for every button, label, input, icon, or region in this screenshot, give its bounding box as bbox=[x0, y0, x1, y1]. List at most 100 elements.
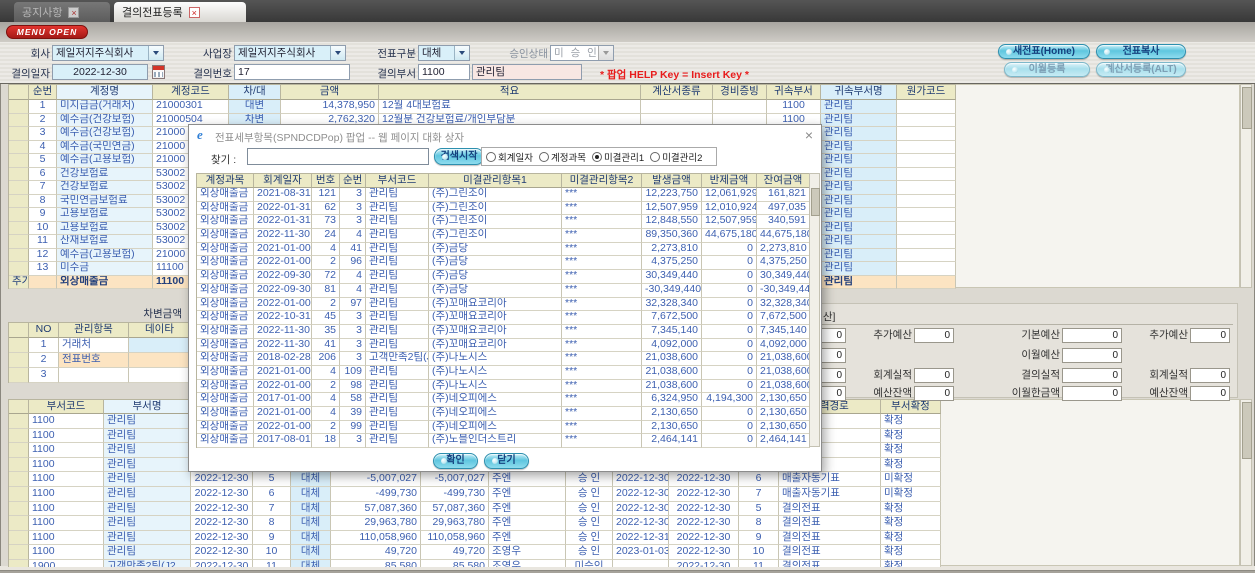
cell[interactable]: 85,580 bbox=[331, 559, 421, 567]
resolution-dept-code-field[interactable]: 1100 bbox=[418, 64, 470, 80]
cell[interactable]: 관리팀 bbox=[366, 215, 429, 230]
cell[interactable]: 주엔 bbox=[489, 472, 566, 487]
cell[interactable] bbox=[9, 472, 29, 487]
cell[interactable]: 외상매출금 bbox=[197, 365, 254, 380]
cell[interactable]: 206 bbox=[312, 352, 340, 366]
cell[interactable]: *** bbox=[562, 256, 642, 271]
cell[interactable]: 고객만족2팀(J2 bbox=[104, 559, 191, 567]
cell[interactable]: 3 bbox=[340, 338, 366, 353]
table-row[interactable]: 1100 관리팀 2022-12-30 8 대체 29,963,780 29,963,780… bbox=[9, 516, 941, 531]
cell[interactable]: 21000301 bbox=[153, 100, 229, 114]
cell[interactable]: 외상매출금 bbox=[197, 297, 254, 312]
table-row[interactable]: 외상매출금 2022-11-30 24 4 관리팀 (주)그린조이 *** 89,350,36… bbox=[197, 229, 810, 243]
cell[interactable]: (주)나노시스 bbox=[429, 352, 562, 366]
cell[interactable]: 고용보험료 bbox=[57, 221, 153, 235]
cell[interactable]: 2 bbox=[29, 353, 59, 368]
cell[interactable]: 12,507,959 bbox=[702, 215, 757, 230]
cell[interactable]: 외상매출금 bbox=[197, 229, 254, 243]
cell[interactable]: *** bbox=[562, 229, 642, 243]
cell[interactable]: -5,007,027 bbox=[421, 472, 489, 487]
cell[interactable]: 결의전표 bbox=[779, 501, 881, 517]
cell[interactable]: 2022-12-30 bbox=[669, 559, 739, 567]
cell[interactable]: 건강보험료 bbox=[57, 167, 153, 181]
radio-계정과목[interactable]: 계정과목 bbox=[538, 150, 586, 164]
cell[interactable]: 미지급금(거래처) bbox=[57, 100, 153, 114]
cell[interactable]: 대체 bbox=[291, 486, 331, 502]
radio-button-icon[interactable] bbox=[591, 151, 602, 162]
cell[interactable]: 예수금(건강보험) bbox=[57, 113, 153, 127]
cell[interactable]: 관리팀 bbox=[821, 221, 897, 235]
cell[interactable]: 승 인 bbox=[566, 486, 613, 502]
cell[interactable]: 확정 bbox=[881, 516, 941, 531]
tab-voucher-entry[interactable]: 결의전표등록 × bbox=[114, 2, 246, 22]
cell[interactable]: -30,349,440 bbox=[757, 283, 810, 298]
invoice-register-button[interactable]: 계산서등록(ALT) bbox=[1096, 62, 1186, 77]
cell[interactable]: 2022-12-30 bbox=[191, 559, 253, 567]
cell[interactable]: 7,672,500 bbox=[642, 311, 702, 325]
cell[interactable]: 57,087,360 bbox=[331, 501, 421, 517]
cell[interactable]: 4,092,000 bbox=[642, 338, 702, 353]
table-row[interactable]: 외상매출금 2022-01-00 2 97 관리팀 (주)꼬매요코리아 *** 32,328,… bbox=[197, 297, 810, 312]
table-row[interactable]: 외상매출금 2022-01-31 73 3 관리팀 (주)그린조이 *** 12,848,55… bbox=[197, 215, 810, 230]
cell[interactable]: 외상매출금 bbox=[197, 256, 254, 271]
new-voucher-button[interactable]: 새전표(Home) bbox=[998, 44, 1090, 59]
cell[interactable]: *** bbox=[562, 352, 642, 366]
table-row[interactable]: 1100 관리팀 2022-12-30 7 대체 57,087,360 57,087,360… bbox=[9, 501, 941, 517]
cell[interactable]: 2 bbox=[312, 379, 340, 394]
cell[interactable]: 1100 bbox=[29, 457, 104, 473]
cell[interactable]: 1100 bbox=[29, 472, 104, 487]
cell[interactable]: 2022-11-30 bbox=[254, 229, 312, 243]
cell[interactable]: 외상매출금 bbox=[197, 242, 254, 257]
cell[interactable]: 2,130,650 bbox=[757, 407, 810, 421]
cell[interactable]: 12,223,750 bbox=[642, 188, 702, 202]
cell[interactable]: 외상매출금 bbox=[57, 275, 153, 289]
radio-button-icon[interactable] bbox=[650, 151, 661, 162]
cell[interactable]: 주엔 bbox=[489, 501, 566, 517]
cell[interactable]: 매출자동기표 bbox=[779, 472, 881, 487]
cell[interactable]: 4 bbox=[312, 393, 340, 407]
cell[interactable]: 미확정 bbox=[881, 472, 941, 487]
cell[interactable]: 미수금 bbox=[57, 262, 153, 276]
cell[interactable]: 관리팀 bbox=[821, 248, 897, 262]
table-row[interactable]: 외상매출금 2022-01-00 2 99 관리팀 (주)네오피에스 *** 2,130,65… bbox=[197, 420, 810, 435]
cell[interactable]: 4 bbox=[340, 270, 366, 284]
cell[interactable]: 110,058,960 bbox=[421, 530, 489, 546]
cell[interactable]: 9 bbox=[253, 530, 291, 546]
cell[interactable]: 확정 bbox=[881, 559, 941, 567]
cell[interactable]: 21,038,600 bbox=[642, 379, 702, 394]
cell[interactable]: 관리팀 bbox=[366, 407, 429, 421]
cell[interactable]: 예수금(국민연금) bbox=[57, 140, 153, 154]
cell[interactable]: 29,963,780 bbox=[331, 516, 421, 531]
cell[interactable]: 관리팀 bbox=[104, 501, 191, 517]
cell[interactable]: 109 bbox=[340, 365, 366, 380]
cell[interactable] bbox=[9, 353, 29, 368]
main-grid-scrollbar[interactable] bbox=[1240, 84, 1252, 288]
cell[interactable] bbox=[9, 486, 29, 502]
cell[interactable]: 12월 4대보험료 bbox=[379, 100, 641, 114]
cell[interactable]: 관리팀 bbox=[821, 167, 897, 181]
cell[interactable]: 건강보험료 bbox=[57, 181, 153, 195]
table-row[interactable]: 1 미지급금(거래처) 21000301 대변 14,378,950 12월 4대보험료 1… bbox=[9, 100, 956, 114]
cell[interactable] bbox=[9, 140, 29, 154]
cell[interactable]: 1100 bbox=[29, 516, 104, 531]
cell[interactable]: 외상매출금 bbox=[197, 311, 254, 325]
table-row[interactable]: 외상매출금 2021-01-00 4 109 관리팀 (주)나노시스 *** 21,038,6… bbox=[197, 365, 810, 380]
cell[interactable]: 승 인 bbox=[566, 545, 613, 560]
cell[interactable]: 관리팀 bbox=[366, 256, 429, 271]
cell[interactable]: 4 bbox=[312, 242, 340, 257]
cell[interactable]: 11 bbox=[739, 559, 779, 567]
cell[interactable]: 관리팀 bbox=[366, 242, 429, 257]
cell[interactable]: 관리팀 bbox=[366, 379, 429, 394]
scrollbar-thumb[interactable] bbox=[1242, 87, 1252, 129]
cell[interactable]: 결의전표 bbox=[779, 545, 881, 560]
cell[interactable]: 5 bbox=[253, 472, 291, 487]
cell[interactable]: 39 bbox=[340, 407, 366, 421]
cell[interactable]: *** bbox=[562, 365, 642, 380]
cell[interactable]: (주)나노시스 bbox=[429, 365, 562, 380]
cell[interactable]: 1 bbox=[29, 338, 59, 353]
cell[interactable]: 0 bbox=[702, 270, 757, 284]
cell[interactable]: 8 bbox=[29, 194, 57, 208]
cell[interactable]: 4 bbox=[312, 365, 340, 380]
cell[interactable]: 24 bbox=[312, 229, 340, 243]
cell[interactable]: 121 bbox=[312, 188, 340, 202]
